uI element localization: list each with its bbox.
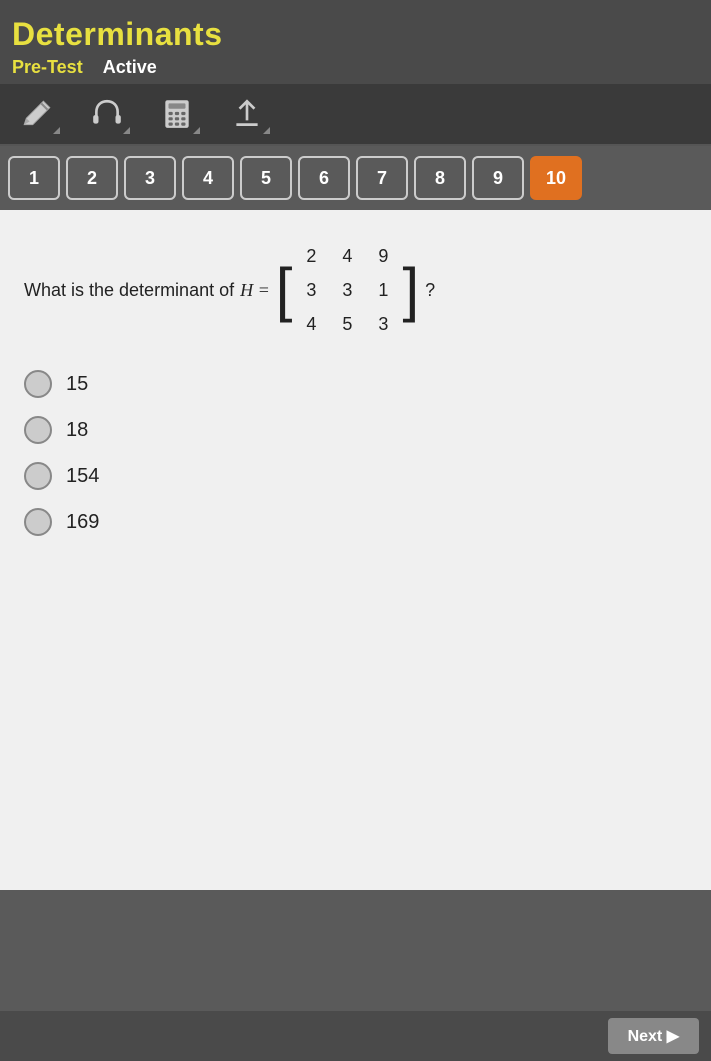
headphone-button[interactable] (82, 92, 132, 136)
tab-btn-10[interactable]: 10 (530, 156, 582, 200)
matrix-cell: 3 (306, 280, 316, 301)
option-item-169[interactable]: 169 (24, 508, 687, 536)
main-content: What is the determinant of H = [ 2 4 9 3 3 1 4… (0, 210, 711, 890)
pre-test-label: Pre-Test (12, 57, 83, 78)
upload-button[interactable] (222, 92, 272, 136)
active-label: Active (103, 57, 157, 78)
upload-corner-indicator (263, 127, 270, 134)
matrix-cell: 5 (342, 314, 352, 335)
matrix-cell: 1 (378, 280, 388, 301)
radio-circle-15[interactable] (24, 370, 52, 398)
tab-btn-2[interactable]: 2 (66, 156, 118, 200)
tabs-row: 12345678910 (0, 146, 711, 210)
h-equals-label: H = (240, 280, 270, 301)
option-label-154: 154 (66, 465, 99, 488)
bottom-bar: Next ▶ (0, 1011, 711, 1061)
radio-circle-169[interactable] (24, 508, 52, 536)
matrix-bracket-left: [ (276, 260, 293, 320)
pencil-corner-indicator (53, 127, 60, 134)
tab-btn-3[interactable]: 3 (124, 156, 176, 200)
calculator-corner-indicator (193, 127, 200, 134)
next-button[interactable]: Next ▶ (608, 1018, 699, 1054)
matrix-bracket-right: ] (402, 260, 419, 320)
tab-btn-5[interactable]: 5 (240, 156, 292, 200)
calculator-icon (160, 97, 194, 131)
question-text-before: What is the determinant of (24, 280, 234, 301)
option-item-18[interactable]: 18 (24, 416, 687, 444)
tab-btn-6[interactable]: 6 (298, 156, 350, 200)
tab-btn-7[interactable]: 7 (356, 156, 408, 200)
tab-btn-1[interactable]: 1 (8, 156, 60, 200)
headphone-corner-indicator (123, 127, 130, 134)
header: Determinants Pre-Test Active (0, 0, 711, 84)
matrix-cell: 4 (306, 314, 316, 335)
pencil-button[interactable] (12, 92, 62, 136)
upload-icon (230, 97, 264, 131)
option-label-18: 18 (66, 419, 88, 442)
matrix-cell: 9 (378, 246, 388, 267)
toolbar (0, 84, 711, 146)
radio-circle-154[interactable] (24, 462, 52, 490)
matrix-cell: 4 (342, 246, 352, 267)
matrix-cell: 2 (306, 246, 316, 267)
subtitle-row: Pre-Test Active (12, 57, 699, 78)
option-label-169: 169 (66, 511, 99, 534)
tab-btn-8[interactable]: 8 (414, 156, 466, 200)
question-text-after: ? (425, 280, 435, 301)
tab-btn-9[interactable]: 9 (472, 156, 524, 200)
tab-btn-4[interactable]: 4 (182, 156, 234, 200)
option-item-15[interactable]: 15 (24, 370, 687, 398)
radio-circle-18[interactable] (24, 416, 52, 444)
calculator-button[interactable] (152, 92, 202, 136)
question-container: What is the determinant of H = [ 2 4 9 3 3 1 4… (24, 240, 687, 340)
option-label-15: 15 (66, 373, 88, 396)
matrix-cell: 3 (378, 314, 388, 335)
matrix-container: [ 2 4 9 3 3 1 4 5 3 ] (276, 240, 419, 340)
pencil-icon (20, 97, 54, 131)
matrix-cell: 3 (342, 280, 352, 301)
option-item-154[interactable]: 154 (24, 462, 687, 490)
page-title: Determinants (12, 16, 699, 53)
headphone-icon (90, 97, 124, 131)
matrix-grid: 2 4 9 3 3 1 4 5 3 (296, 240, 398, 340)
options-list: 15 18 154 169 (24, 370, 687, 536)
